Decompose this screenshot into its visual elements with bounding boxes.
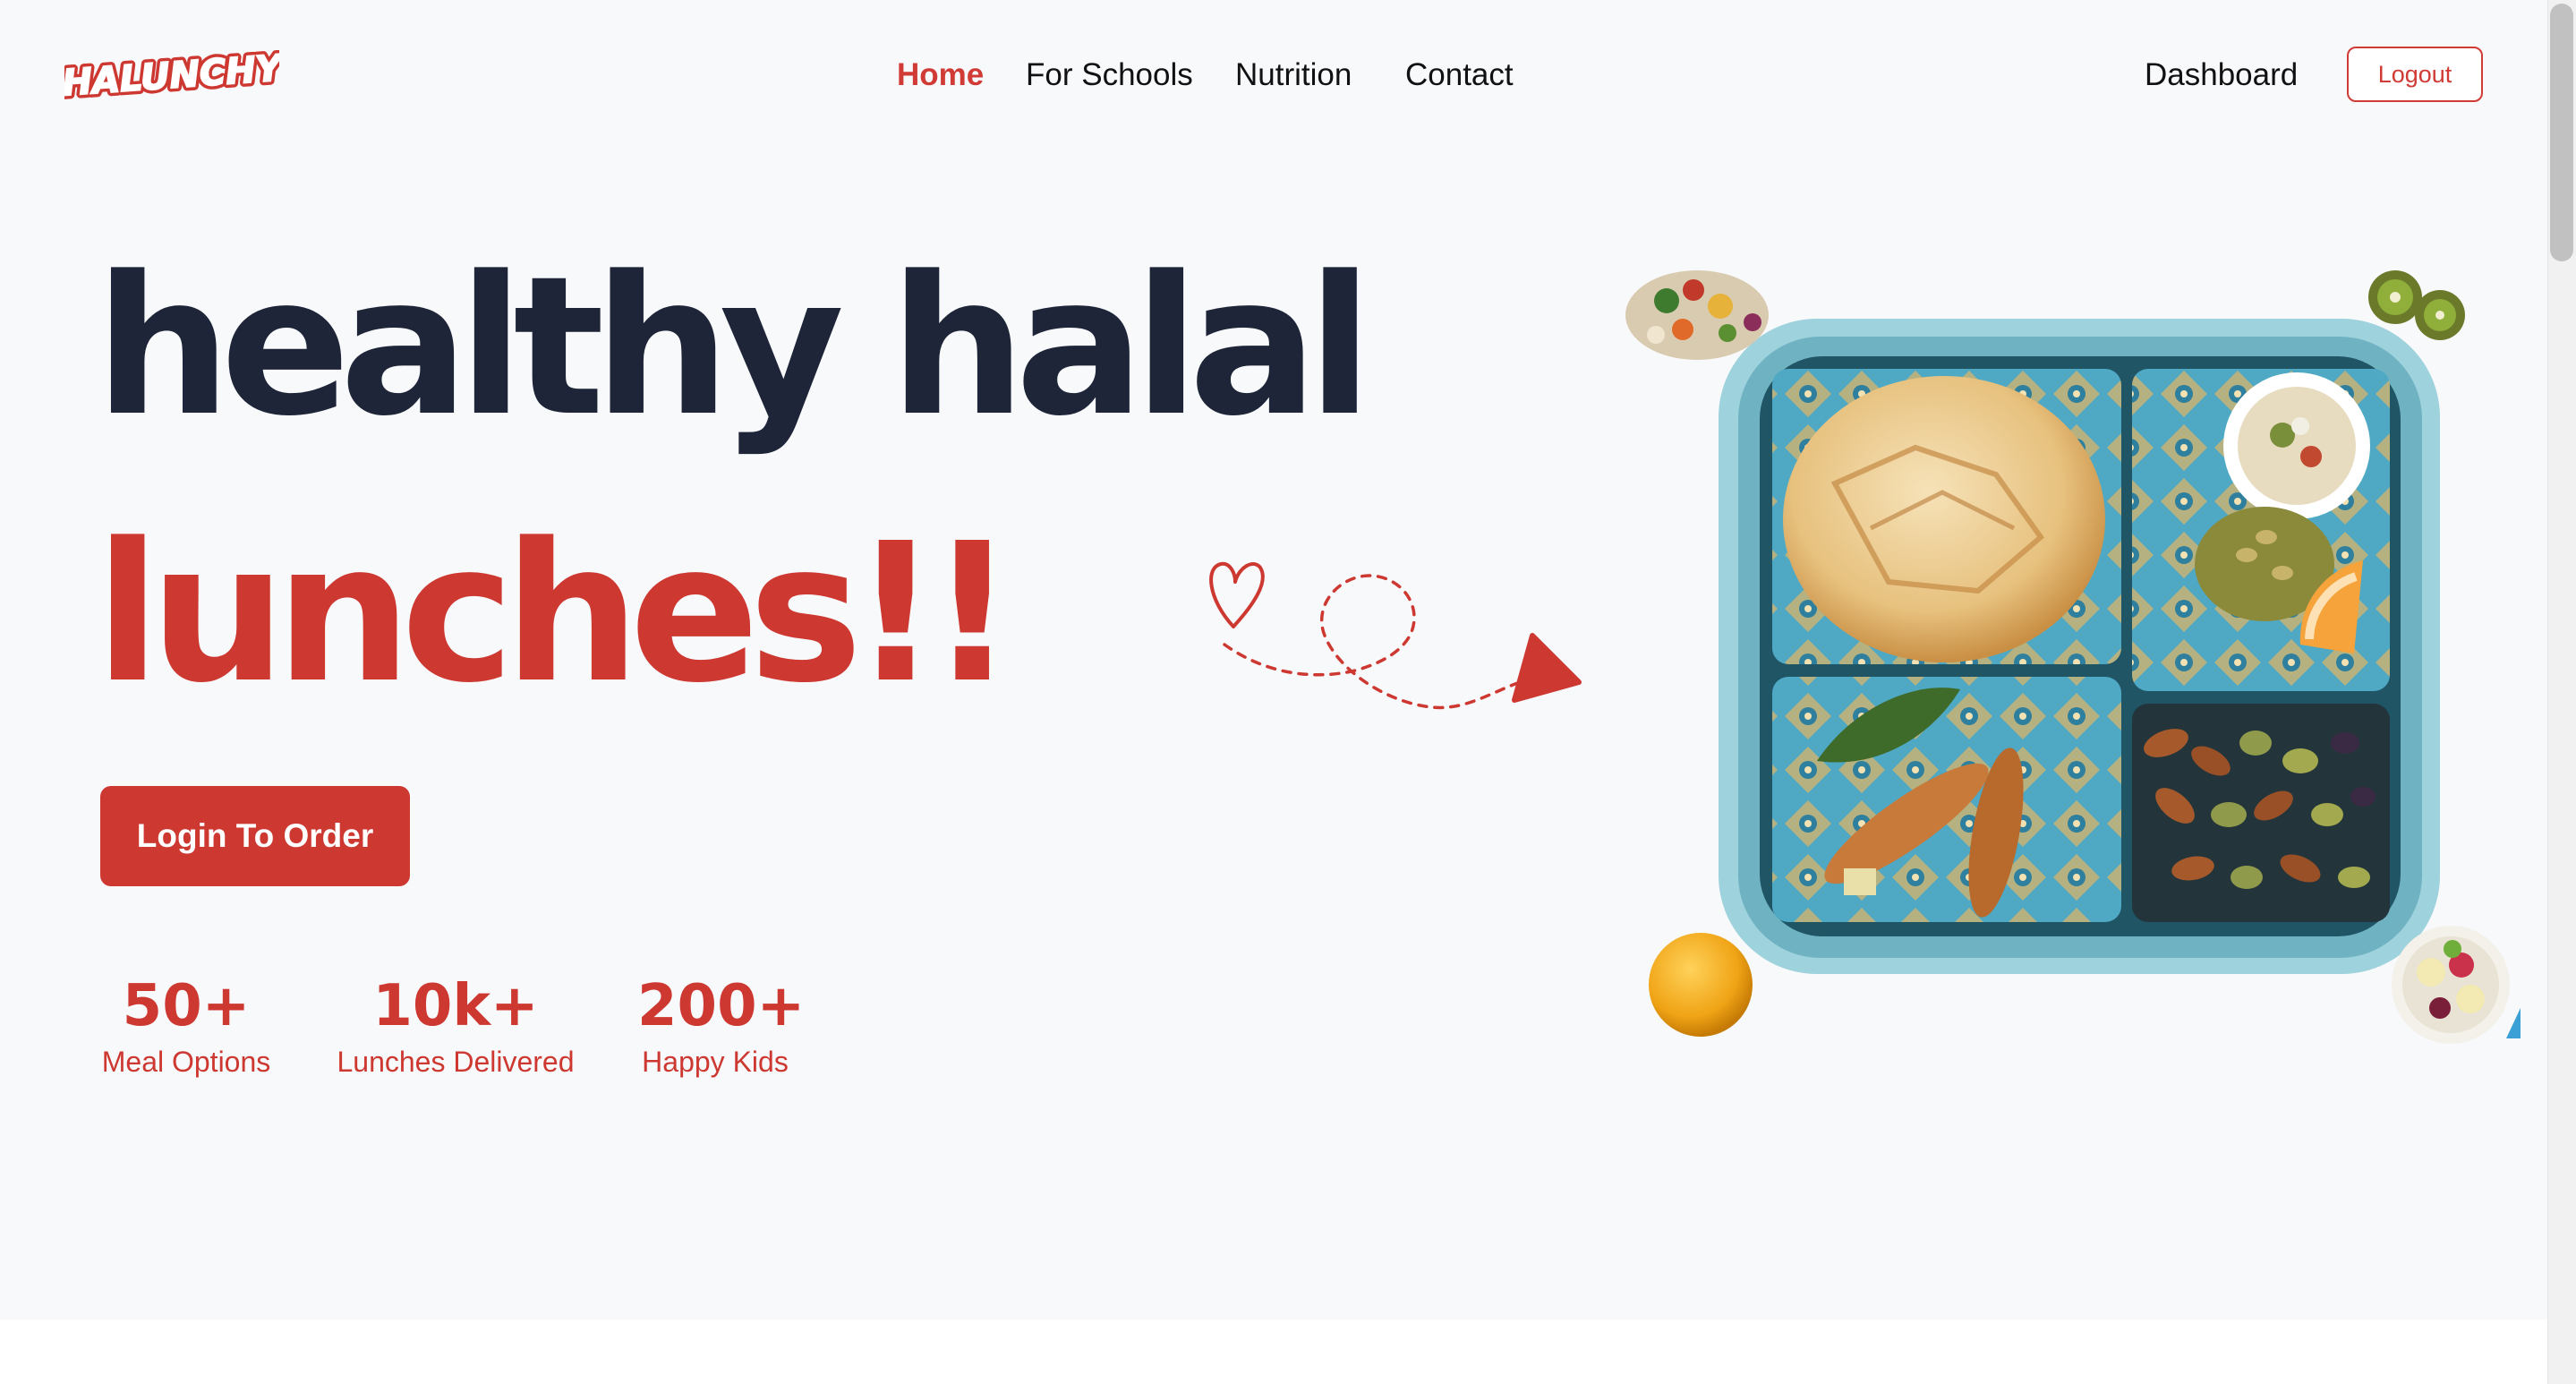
pita-bread-image [1783, 376, 2105, 662]
stat-happy-kids: 200+ Happy Kids [637, 970, 806, 1080]
nav-home-link[interactable]: Home [897, 56, 984, 95]
logo-text: HALUNCHY [64, 50, 279, 100]
logout-button[interactable]: Logout [2347, 47, 2483, 102]
stat-value: 50+ [122, 973, 251, 1039]
page: HALUNCHY HALUNCHY Home For Schools Nutri… [0, 0, 2576, 1384]
hero-title-line-2: lunches!! [95, 502, 1016, 725]
dashed-loop-path [1223, 574, 1532, 710]
hero-title-line-1: healthy halal [95, 235, 1373, 458]
stat-label: Lunches Delivered [337, 1046, 575, 1078]
stat-label: Happy Kids [642, 1046, 789, 1078]
fruit-bowl-image [2392, 926, 2510, 1044]
arrow-head-icon [1512, 633, 1582, 703]
stat-value: 200+ [637, 973, 806, 1039]
dashboard-link[interactable]: Dashboard [2145, 56, 2298, 95]
logo-icon: HALUNCHY HALUNCHY [57, 44, 291, 108]
veggie-bowl-image [1625, 270, 1769, 360]
page-scrollbar-thumb[interactable] [2550, 4, 2573, 261]
login-to-order-button[interactable]: Login To Order [100, 786, 410, 886]
doodle-arrow-icon [1209, 561, 1582, 710]
stat-meal-options: 50+ Meal Options [98, 970, 274, 1080]
stat-label: Meal Options [101, 1046, 271, 1078]
nav-nutrition-link[interactable]: Nutrition [1235, 56, 1352, 95]
stat-lunches-delivered: 10k+ Lunches Delivered [335, 970, 576, 1080]
halunchy-logo[interactable]: HALUNCHY HALUNCHY [57, 44, 291, 108]
lunchbox-image [1625, 270, 2521, 1044]
nav-for-schools-link[interactable]: For Schools [1026, 56, 1193, 95]
heart-icon [1209, 561, 1265, 628]
stat-value: 10k+ [372, 973, 539, 1039]
nav-contact-link[interactable]: Contact [1405, 56, 1514, 95]
orange-image [1649, 933, 1753, 1037]
